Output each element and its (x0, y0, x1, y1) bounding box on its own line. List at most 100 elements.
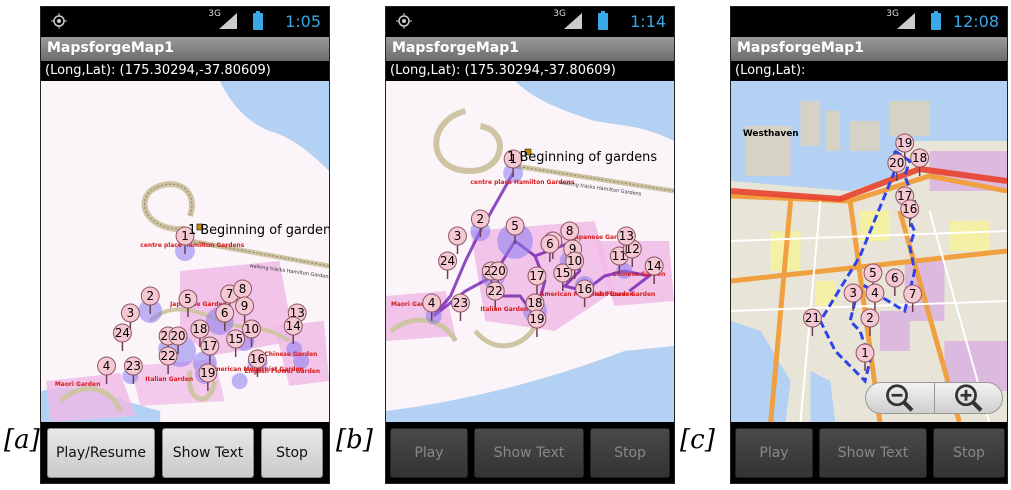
route-marker-pin[interactable]: 3 (448, 226, 467, 254)
marker-label: 3 (454, 229, 462, 243)
marker-label: 20 (170, 329, 185, 343)
marker-label: 6 (891, 271, 899, 285)
marker-label: 15 (228, 332, 243, 346)
map-label-italian: Italian Garden (145, 376, 193, 383)
gps-icon (51, 13, 67, 29)
show-text-button[interactable]: Show Text (162, 428, 254, 478)
marker-label: 14 (286, 319, 301, 333)
marker-label: 24 (115, 326, 130, 340)
zoom-in-button[interactable] (933, 383, 1003, 413)
marker-label: 18 (192, 322, 207, 336)
stop-button[interactable]: Stop (933, 428, 1005, 478)
map-label-maori: Maori Garden (55, 381, 100, 388)
phone-screen-a: 3G 1:05 MapsforgeMap1 (Long,Lat): (175.3… (40, 6, 330, 484)
play-resume-button[interactable]: Play/Resume (47, 428, 155, 478)
coords-readout: (Long,Lat): (731, 61, 1007, 81)
signal-icon (564, 13, 582, 29)
marker-label: 2 (477, 212, 485, 226)
app-title: MapsforgeMap1 (41, 37, 329, 61)
marker-label: 8 (566, 224, 574, 238)
signal-icon (219, 13, 237, 29)
marker-label: 19 (200, 366, 215, 380)
route-marker-pin[interactable]: 23 (451, 293, 470, 321)
marker-label: 7 (226, 287, 234, 301)
coords-readout: (Long,Lat): (175.30294,-37.80609) (41, 61, 329, 81)
marker-label: 4 (428, 296, 436, 310)
zoom-control (865, 382, 1003, 414)
stop-button[interactable]: Stop (261, 428, 323, 478)
map-label-westhaven: Westhaven (743, 129, 799, 139)
marker-label: 15 (555, 266, 570, 280)
panel-label-a: [a] (4, 425, 40, 455)
show-text-button[interactable]: Show Text (819, 428, 927, 478)
status-bar: 3G 1:14 (386, 7, 674, 37)
marker-label: 5 (869, 266, 877, 280)
phone-screen-c: 3G 12:08 MapsforgeMap1 (Long,Lat): Westh… (730, 6, 1008, 484)
marker-label: 3 (127, 306, 135, 320)
button-bar: Play Show Text Stop (731, 422, 1007, 483)
marker-label: 16 (902, 202, 917, 216)
battery-icon (931, 11, 941, 30)
battery-icon (253, 11, 263, 30)
phone-screen-b: 3G 1:14 MapsforgeMap1 (Long,Lat): (175.3… (385, 6, 675, 484)
marker-label: 21 (805, 311, 820, 325)
marker-label: 17 (202, 339, 217, 353)
marker-label: 14 (647, 259, 662, 273)
route-marker-pin[interactable]: 15 (226, 329, 246, 357)
clock-time: 1:14 (630, 12, 666, 31)
signal-icon (897, 13, 915, 29)
marker-label: 2 (866, 311, 874, 325)
marker-label: 18 (527, 296, 542, 310)
zoom-out-button[interactable] (866, 383, 934, 413)
app-title: MapsforgeMap1 (731, 37, 1007, 61)
marker-label: 3 (849, 286, 857, 300)
marker-label: 16 (577, 282, 592, 296)
route-marker-pin[interactable]: 21 (802, 308, 822, 336)
marker-label: 7 (909, 287, 917, 301)
coords-readout: (Long,Lat): (175.30294,-37.80609) (386, 61, 674, 81)
panel-label-b: [b] (336, 425, 373, 455)
marker-label: 23 (453, 296, 468, 310)
marker-label: 6 (221, 306, 229, 320)
play-button[interactable]: Play (735, 428, 813, 478)
map-label-italian: Italian Garden (480, 306, 528, 313)
map-view[interactable]: Westhaven 19 20 18 17 16 5 6 3 4 7 2 21 1 (731, 81, 1007, 422)
panel-label-c: [c] (680, 425, 715, 455)
map-label-start: 1 Beginning of gardens (507, 150, 657, 165)
button-bar: Play Show Text Stop (386, 422, 674, 483)
marker-label: 17 (529, 269, 544, 283)
marker-label: 5 (511, 219, 519, 233)
clock-time: 1:05 (285, 12, 321, 31)
button-bar: Play/Resume Show Text Stop (41, 422, 329, 483)
map-view[interactable]: centre place Hamilton Gardens walking tr… (386, 81, 674, 422)
map-label-start: 1 Beginning of gardens (188, 223, 329, 238)
map-view[interactable]: centre place Hamilton Gardens walking tr… (41, 81, 329, 422)
zoom-out-icon (886, 384, 914, 412)
zoom-in-icon (954, 384, 982, 412)
route-marker-pin[interactable]: 2 (860, 308, 880, 336)
play-button[interactable]: Play (390, 428, 468, 478)
marker-label: 24 (440, 254, 455, 268)
marker-label: 9 (241, 299, 249, 313)
marker-label: 10 (244, 322, 259, 336)
map-label-english: English Flower Garden (245, 368, 321, 375)
marker-label: 20 (491, 264, 506, 278)
marker-label: 1 (861, 346, 869, 360)
app-title: MapsforgeMap1 (386, 37, 674, 61)
marker-label: 16 (250, 352, 265, 366)
status-bar: 3G 12:08 (731, 7, 1007, 37)
marker-label: 5 (184, 292, 192, 306)
marker-label: 6 (546, 237, 554, 251)
stop-button[interactable]: Stop (590, 428, 670, 478)
route-marker-pin[interactable]: 24 (438, 251, 458, 279)
route-marker-pin[interactable]: 6 (885, 268, 905, 296)
map-label-centre: centre place Hamilton Gardens (140, 242, 244, 249)
marker-label: 4 (871, 286, 879, 300)
marker-label: 22 (488, 284, 503, 298)
marker-label: 18 (912, 151, 927, 165)
marker-label: 8 (239, 282, 247, 296)
marker-label: 20 (889, 156, 904, 170)
show-text-button[interactable]: Show Text (474, 428, 584, 478)
route-marker-pin[interactable]: 24 (113, 323, 132, 351)
battery-icon (598, 11, 608, 30)
